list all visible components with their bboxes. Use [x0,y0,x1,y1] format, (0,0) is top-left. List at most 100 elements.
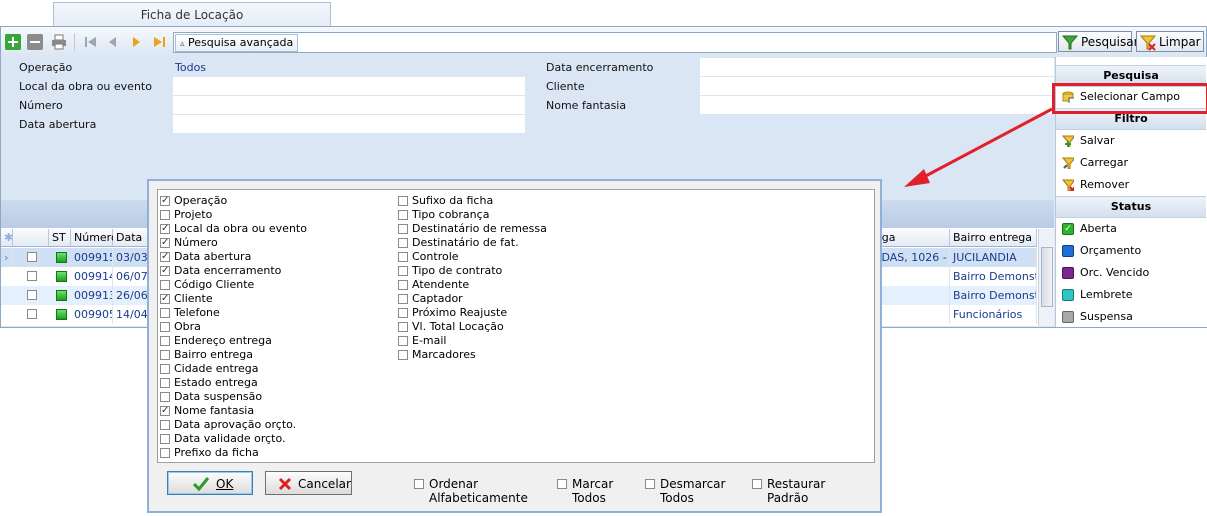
checkbox[interactable] [160,264,170,278]
checkbox[interactable] [160,434,170,444]
checkbox[interactable] [414,479,424,489]
tab-ficha-locacao[interactable]: Ficha de Locação [53,2,331,27]
field-label-local-obra: Local da obra ou evento [19,80,152,93]
checkbox[interactable] [398,294,408,304]
checkbox[interactable] [160,392,170,402]
filtro-salvar-item[interactable]: Salvar [1056,130,1206,152]
filtro-remover-item[interactable]: Remover [1056,174,1206,196]
field-label-nome-fantasia: Nome fantasia [546,99,627,112]
column-header-select[interactable] [13,229,49,247]
cell-numero: 009913 [71,286,113,305]
status-suspensa-icon [1062,311,1074,323]
next-record-icon[interactable] [128,34,144,50]
checkbox[interactable] [398,224,408,234]
operacao-field[interactable]: Todos [173,58,525,76]
column-header-bairro[interactable]: Bairro entrega [950,229,1037,247]
row-checkbox[interactable] [27,271,37,281]
filtro-carregar-item[interactable]: Carregar [1056,152,1206,174]
status-aberta-icon [56,290,67,301]
checkbox[interactable] [160,292,170,306]
first-record-icon[interactable] [83,34,99,50]
checkbox[interactable] [160,404,170,418]
column-header-st[interactable]: ST [49,229,71,247]
checkbox[interactable] [398,308,408,318]
checkbox[interactable] [398,196,408,206]
row-checkbox[interactable] [27,290,37,300]
load-filter-icon [1062,157,1074,169]
checkbox[interactable] [645,479,655,489]
search-button[interactable]: Pesquisar [1058,31,1139,52]
field-label-operacao: Operação [19,61,73,74]
column-header-numero[interactable]: Número [71,229,118,247]
checkbox[interactable] [398,336,408,346]
grid-corner[interactable]: ✱ [1,229,13,247]
add-icon[interactable] [5,34,21,50]
column-header-data[interactable]: Data a [113,229,149,262]
data-abertura-field[interactable] [173,115,525,133]
last-record-icon[interactable] [151,34,167,50]
status-aberta[interactable]: ✓ Aberta [1056,218,1206,240]
checkbox[interactable] [160,280,170,290]
checkbox[interactable] [398,210,408,220]
grid-scrollbar[interactable] [1038,229,1054,326]
checkbox[interactable] [398,280,408,290]
status-suspensa[interactable]: Suspensa [1056,306,1206,328]
checkbox[interactable] [160,322,170,332]
checkbox[interactable] [398,266,408,276]
checkbox[interactable] [160,210,170,220]
advanced-search-bar[interactable]: ▵ Pesquisa avançada [173,32,1057,53]
checkbox[interactable] [160,378,170,388]
checkbox[interactable] [752,479,762,489]
checkbox[interactable] [160,448,170,458]
cell-data: 06/07/ [113,267,149,286]
status-orc-vencido[interactable]: Orc. Vencido [1056,262,1206,284]
cancel-button[interactable]: Cancelar [265,471,352,495]
checkbox[interactable] [160,336,170,346]
checkbox[interactable] [398,350,408,360]
cell-endereco [872,286,950,305]
checkbox[interactable] [160,308,170,318]
marcar-todos-option[interactable]: Marcar Todos [557,477,639,505]
checkbox[interactable] [160,420,170,430]
ordenar-alfabeticamente-option[interactable]: Ordenar Alfabeticamente [414,477,554,505]
column-header-endereco[interactable]: ega [872,229,950,247]
status-lembrete[interactable]: Lembrete [1056,284,1206,306]
checkbox[interactable] [398,252,408,262]
select-fields-dialog: Operação Projeto Local da obra ou evento… [147,179,882,513]
row-checkbox[interactable] [27,252,37,262]
row-checkbox[interactable] [27,309,37,319]
status-header: Status [1056,196,1206,218]
previous-record-icon[interactable] [105,34,121,50]
cell-data: 14/04/ [113,305,149,324]
numero-field[interactable] [173,96,525,114]
status-aberta-icon [56,252,67,263]
status-orcamento-icon [1062,245,1074,257]
ok-button[interactable]: OK [167,471,253,495]
print-icon[interactable] [51,34,67,50]
advanced-search-toggle[interactable]: ▵ Pesquisa avançada [175,34,299,52]
cliente-field[interactable] [700,77,1054,95]
restaurar-padrao-option[interactable]: Restaurar Padrão [752,477,862,505]
cell-endereco: IIDAS, 1026 - [872,248,950,267]
field-label-data-encerramento: Data encerramento [546,61,654,74]
checkbox[interactable] [398,322,408,332]
cell-bairro: Funcionários [950,305,1037,324]
checkbox[interactable] [160,222,170,236]
highlight-box [1052,83,1207,114]
remove-icon[interactable] [27,34,43,50]
checkbox[interactable] [160,194,170,208]
checkbox[interactable] [160,364,170,374]
scrollbar-thumb[interactable] [1041,247,1053,307]
annotation-arrow-icon [904,107,1053,187]
data-encerramento-field[interactable] [700,58,1054,76]
desmarcar-todos-option[interactable]: Desmarcar Todos [645,477,745,505]
checkbox[interactable] [160,250,170,264]
checkbox[interactable] [398,238,408,248]
checkbox[interactable] [160,350,170,360]
local-obra-field[interactable] [173,77,525,95]
checkbox[interactable] [160,236,170,250]
status-orcamento[interactable]: Orçamento [1056,240,1206,262]
clear-button[interactable]: Limpar [1136,31,1204,52]
checkbox[interactable] [557,479,567,489]
advanced-search-label: Pesquisa avançada [188,36,294,49]
